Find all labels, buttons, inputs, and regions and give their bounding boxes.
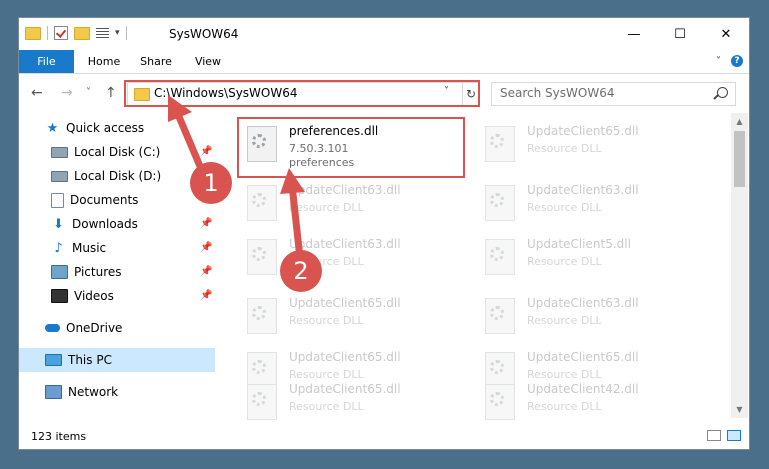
annotation-arrows	[168, 95, 305, 259]
step-2-badge: 2	[280, 250, 322, 292]
arrow-2-head	[280, 168, 305, 194]
step-1-badge: 1	[190, 162, 232, 204]
arrow-2-shaft	[288, 184, 304, 259]
